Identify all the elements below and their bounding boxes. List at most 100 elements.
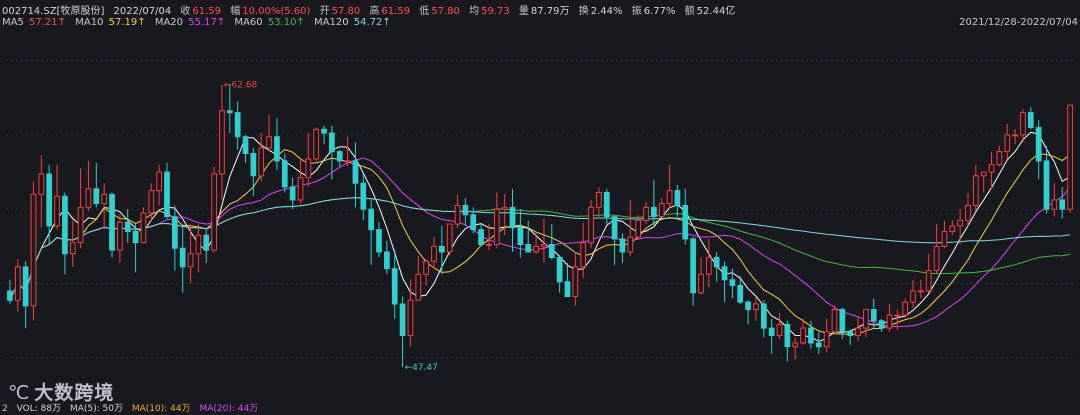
candle-down bbox=[22, 266, 29, 307]
candle-down bbox=[391, 268, 398, 305]
candle-up bbox=[117, 221, 123, 251]
candle-down bbox=[839, 309, 846, 333]
candle-up bbox=[501, 206, 508, 210]
candle-down bbox=[564, 281, 571, 298]
candle-down bbox=[438, 245, 445, 253]
candle-down bbox=[93, 188, 100, 205]
candle-up bbox=[925, 270, 932, 292]
candle-up bbox=[344, 160, 351, 163]
candle-up bbox=[187, 253, 194, 268]
candle-up bbox=[1012, 134, 1018, 137]
candle-up bbox=[643, 206, 649, 221]
candle-down bbox=[611, 216, 618, 240]
candle-up bbox=[863, 309, 869, 329]
candle-up bbox=[705, 257, 712, 275]
candle-down bbox=[462, 204, 469, 216]
high-annotation: ←62.68 bbox=[224, 81, 258, 91]
candle-down bbox=[62, 195, 68, 255]
candle-down bbox=[329, 132, 335, 153]
candle-up bbox=[454, 204, 461, 225]
candle-up bbox=[996, 151, 1003, 166]
candle-up bbox=[941, 231, 948, 247]
candle-down bbox=[548, 244, 555, 259]
candle-up bbox=[101, 193, 108, 205]
candle-up bbox=[980, 171, 987, 177]
candle-up bbox=[30, 193, 37, 307]
candle-down bbox=[619, 238, 626, 253]
candle-down bbox=[737, 284, 744, 303]
candle-down bbox=[690, 238, 696, 294]
candle-down bbox=[808, 327, 814, 344]
candle-up bbox=[38, 173, 45, 195]
candle-up bbox=[627, 236, 634, 253]
candle-down bbox=[847, 331, 854, 337]
candle-down bbox=[1027, 112, 1034, 128]
candle-up bbox=[965, 204, 971, 221]
candle-down bbox=[399, 303, 406, 337]
candle-down bbox=[784, 323, 791, 348]
candle-up bbox=[902, 301, 909, 316]
candle-up bbox=[933, 245, 940, 272]
candle-up bbox=[415, 273, 422, 301]
vol-ma5-value: MA(5): 50万 bbox=[69, 404, 123, 414]
candle-down bbox=[226, 110, 233, 114]
candle-down bbox=[109, 193, 115, 251]
candle-up bbox=[305, 158, 312, 179]
candle-down bbox=[132, 231, 139, 244]
candle-up bbox=[533, 245, 539, 253]
candle-up bbox=[776, 323, 783, 337]
candle-up bbox=[831, 309, 838, 333]
candle-down bbox=[164, 171, 170, 218]
low-annotation: ←47.47 bbox=[405, 363, 438, 373]
candle-up bbox=[635, 219, 642, 238]
candle-up bbox=[855, 327, 861, 337]
candle-up bbox=[541, 244, 547, 247]
kline-chart-root: { "header": { "code_name": "002714.SZ[牧原… bbox=[0, 0, 1080, 415]
candle-up bbox=[77, 206, 84, 244]
candle-down bbox=[517, 227, 524, 246]
candle-down bbox=[509, 206, 516, 229]
candle-up bbox=[195, 234, 202, 255]
volume-legend-row: 2 VOL: 88万 MA(5): 50万 MA(10): 44万 MA(20)… bbox=[2, 401, 264, 414]
candle-down bbox=[274, 136, 280, 162]
candle-down bbox=[203, 234, 210, 251]
candle-down bbox=[1059, 199, 1066, 210]
candle-down bbox=[7, 290, 13, 301]
candle-up bbox=[666, 190, 673, 205]
candle-down bbox=[289, 186, 296, 201]
candle-up bbox=[313, 128, 320, 160]
candle-up bbox=[580, 242, 587, 268]
candle-up bbox=[910, 290, 916, 303]
candle-up bbox=[886, 314, 893, 329]
candle-down bbox=[768, 327, 775, 337]
candle-down bbox=[1035, 126, 1042, 162]
candle-down bbox=[713, 257, 720, 268]
candle-down bbox=[250, 152, 257, 177]
candle-down bbox=[242, 136, 249, 154]
candle-up bbox=[486, 244, 492, 247]
candle-up bbox=[258, 147, 265, 177]
candle-down bbox=[336, 151, 343, 162]
candle-down bbox=[674, 190, 681, 206]
candle-up bbox=[658, 203, 665, 218]
candle-down bbox=[376, 229, 382, 253]
candle-up bbox=[972, 175, 979, 206]
candle-up bbox=[148, 190, 155, 214]
vol-ma10-value: MA(10): 44万 bbox=[131, 404, 191, 414]
candle-down bbox=[384, 251, 390, 270]
candle-up bbox=[85, 188, 92, 208]
candle-up bbox=[572, 266, 579, 298]
candle-down bbox=[124, 221, 131, 233]
candle-down bbox=[745, 301, 751, 311]
candle-up bbox=[823, 331, 830, 348]
candle-up bbox=[792, 342, 799, 348]
candle-up bbox=[1067, 104, 1073, 210]
candle-up bbox=[297, 177, 304, 201]
candle-up bbox=[69, 242, 76, 255]
candle-up bbox=[588, 206, 594, 244]
candle-up bbox=[949, 225, 956, 233]
candle-down bbox=[815, 342, 822, 348]
candle-up bbox=[219, 110, 225, 175]
candle-up bbox=[988, 164, 995, 173]
candle-down bbox=[870, 309, 877, 322]
